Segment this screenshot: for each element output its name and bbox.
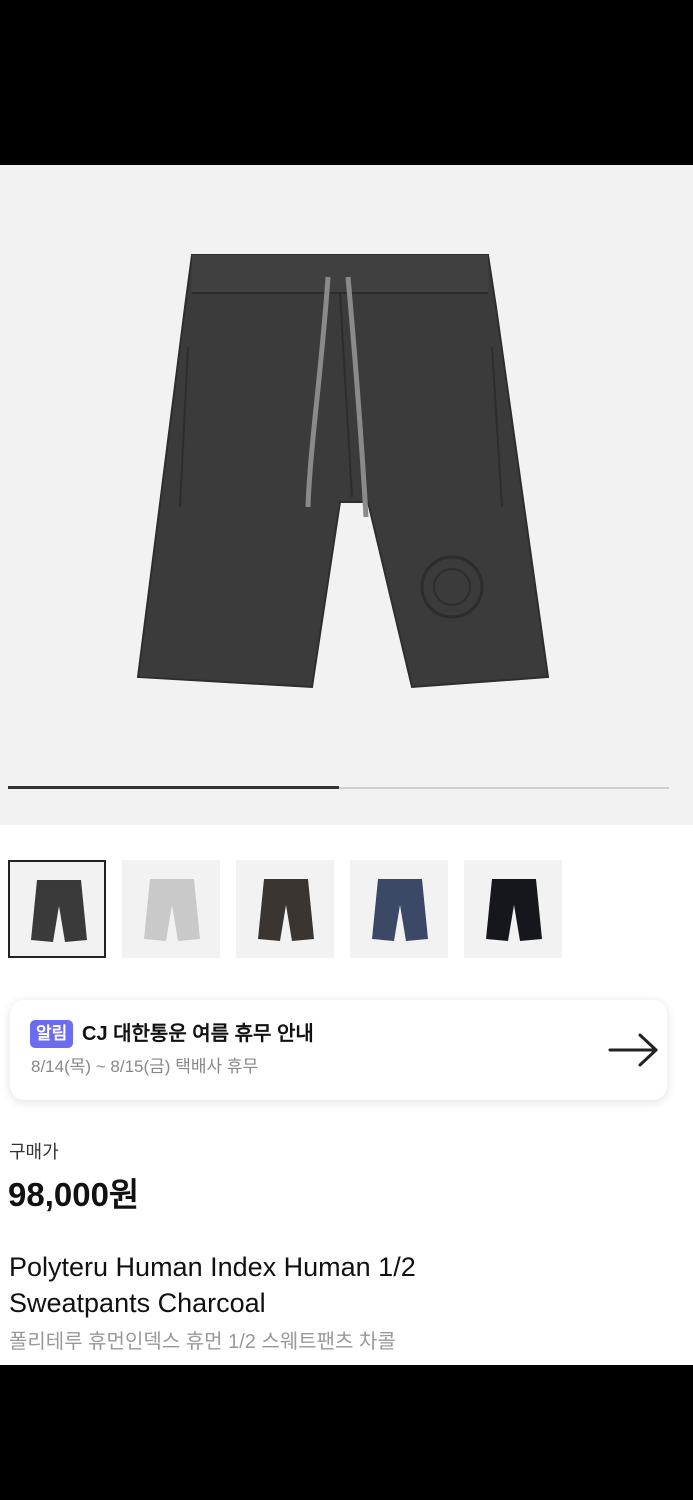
- product-page: 알림 CJ 대한통운 여름 휴무 안내 8/14(목) ~ 8/15(금) 택배…: [0, 165, 693, 1365]
- thumbnail-shorts-image: [258, 879, 314, 941]
- thumbnail-shorts-image: [372, 879, 428, 941]
- thumbnail-shorts-image: [144, 879, 200, 941]
- price-value: 98,000원: [8, 1176, 140, 1213]
- price-label: 구매가: [9, 1142, 59, 1162]
- notice-subtitle: 8/14(목) ~ 8/15(금) 택배사 휴무: [31, 1057, 259, 1076]
- gallery-progress-bar: [8, 786, 669, 789]
- arrow-right-icon[interactable]: [606, 1032, 662, 1068]
- color-thumbnail-grey[interactable]: [122, 860, 220, 958]
- color-thumbnail-brown[interactable]: [236, 860, 334, 958]
- product-image-gallery[interactable]: [0, 165, 693, 825]
- thumbnail-shorts-image: [31, 880, 87, 942]
- product-name-english: Polyteru Human Index Human 1/2 Sweatpant…: [9, 1252, 416, 1318]
- notice-badge: 알림: [30, 1020, 74, 1048]
- product-name-korean: 폴리테루 휴먼인덱스 휴먼 1/2 스웨트팬츠 차콜: [9, 1331, 396, 1353]
- color-thumbnail-list: [8, 860, 688, 960]
- color-thumbnail-black[interactable]: [464, 860, 562, 958]
- notice-banner[interactable]: 알림 CJ 대한통운 여름 휴무 안내 8/14(목) ~ 8/15(금) 택배…: [10, 1000, 667, 1100]
- color-thumbnail-navy[interactable]: [350, 860, 448, 958]
- gallery-progress-fill: [8, 786, 339, 789]
- notice-title: CJ 대한통운 여름 휴무 안내: [82, 1023, 314, 1045]
- product-main-image: [136, 254, 550, 689]
- color-thumbnail-charcoal[interactable]: [8, 860, 106, 958]
- thumbnail-shorts-image: [486, 879, 542, 941]
